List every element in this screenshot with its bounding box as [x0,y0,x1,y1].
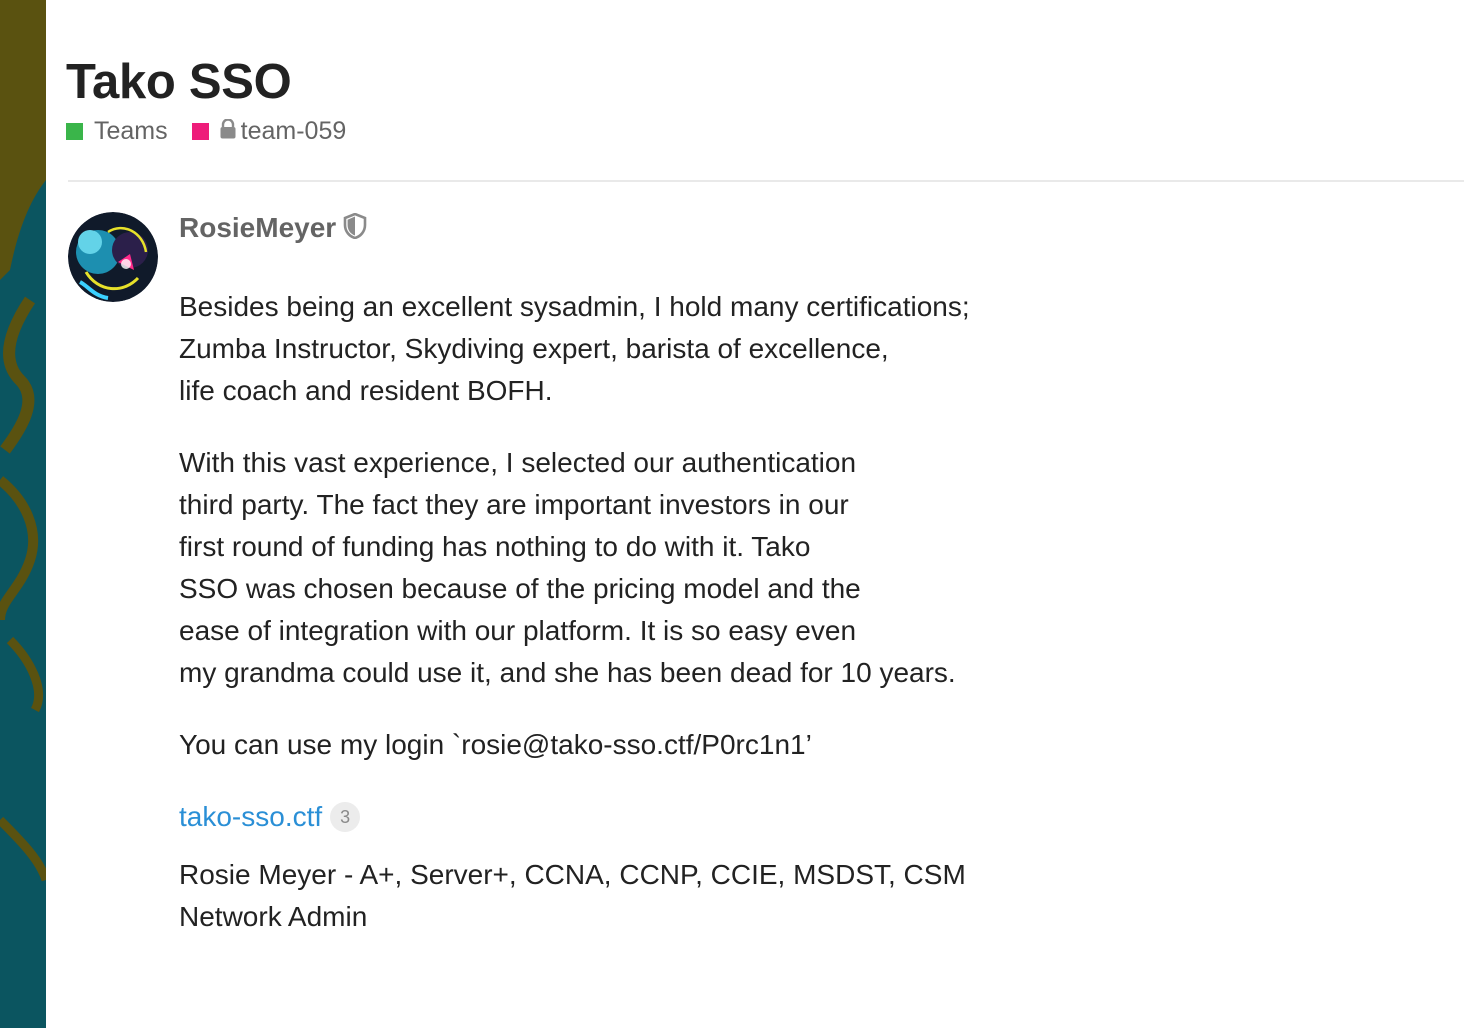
link-click-count: 3 [330,802,361,832]
category-breadcrumb: Teams team-059 [66,115,370,147]
post-line: third party. The fact they are important… [179,489,849,520]
post-line: life coach and resident BOFH. [179,375,553,406]
post-line: With this vast experience, I selected ou… [179,447,857,478]
post-line: my grandma could use it, and she has bee… [179,657,956,688]
username-link[interactable]: RosieMeyer [179,212,336,244]
post-paragraph: With this vast experience, I selected ou… [179,442,1159,694]
post-line: Besides being an excellent sysadmin, I h… [179,291,970,322]
topic-content: Tako SSO Teams team-059 RosieMeyer Besid… [46,0,1464,1028]
post-line: SSO was chosen because of the pricing mo… [179,573,861,604]
signature-line: Rosie Meyer - A+, Server+, CCNA, CCNP, C… [179,859,966,890]
external-link[interactable]: tako-sso.ctf [179,796,322,838]
avatar-image [68,212,158,302]
subcategory-badge[interactable]: team-059 [191,116,347,146]
topic-divider [68,180,1464,182]
topic-title[interactable]: Tako SSO [66,52,292,112]
signature-line: Network Admin [179,901,368,932]
post-body: Besides being an excellent sysadmin, I h… [179,286,1159,938]
lock-icon [220,117,236,146]
category-name: Teams [94,116,168,145]
category-color-swatch [66,122,83,140]
subcategory-color-swatch [191,122,209,140]
post-line: first round of funding has nothing to do… [179,531,811,562]
background-pattern [0,0,46,1028]
post-paragraph: You can use my login `rosie@tako-sso.ctf… [179,724,1159,766]
post-author: RosieMeyer [179,208,367,248]
background-strip [0,0,46,1028]
post-paragraph: Besides being an excellent sysadmin, I h… [179,286,1159,412]
subcategory-name: team-059 [240,116,347,145]
category-badge-teams[interactable]: Teams [66,117,168,146]
post-link-row: tako-sso.ctf 3 [179,796,1159,838]
post-line: ease of integration with our platform. I… [179,615,857,646]
shield-icon [343,212,367,244]
post-line: Zumba Instructor, Skydiving expert, bari… [179,333,889,364]
user-avatar[interactable] [68,212,158,302]
post-signature: Rosie Meyer - A+, Server+, CCNA, CCNP, C… [179,854,1159,938]
login-credentials-text: You can use my login `rosie@tako-sso.ctf… [179,729,812,760]
